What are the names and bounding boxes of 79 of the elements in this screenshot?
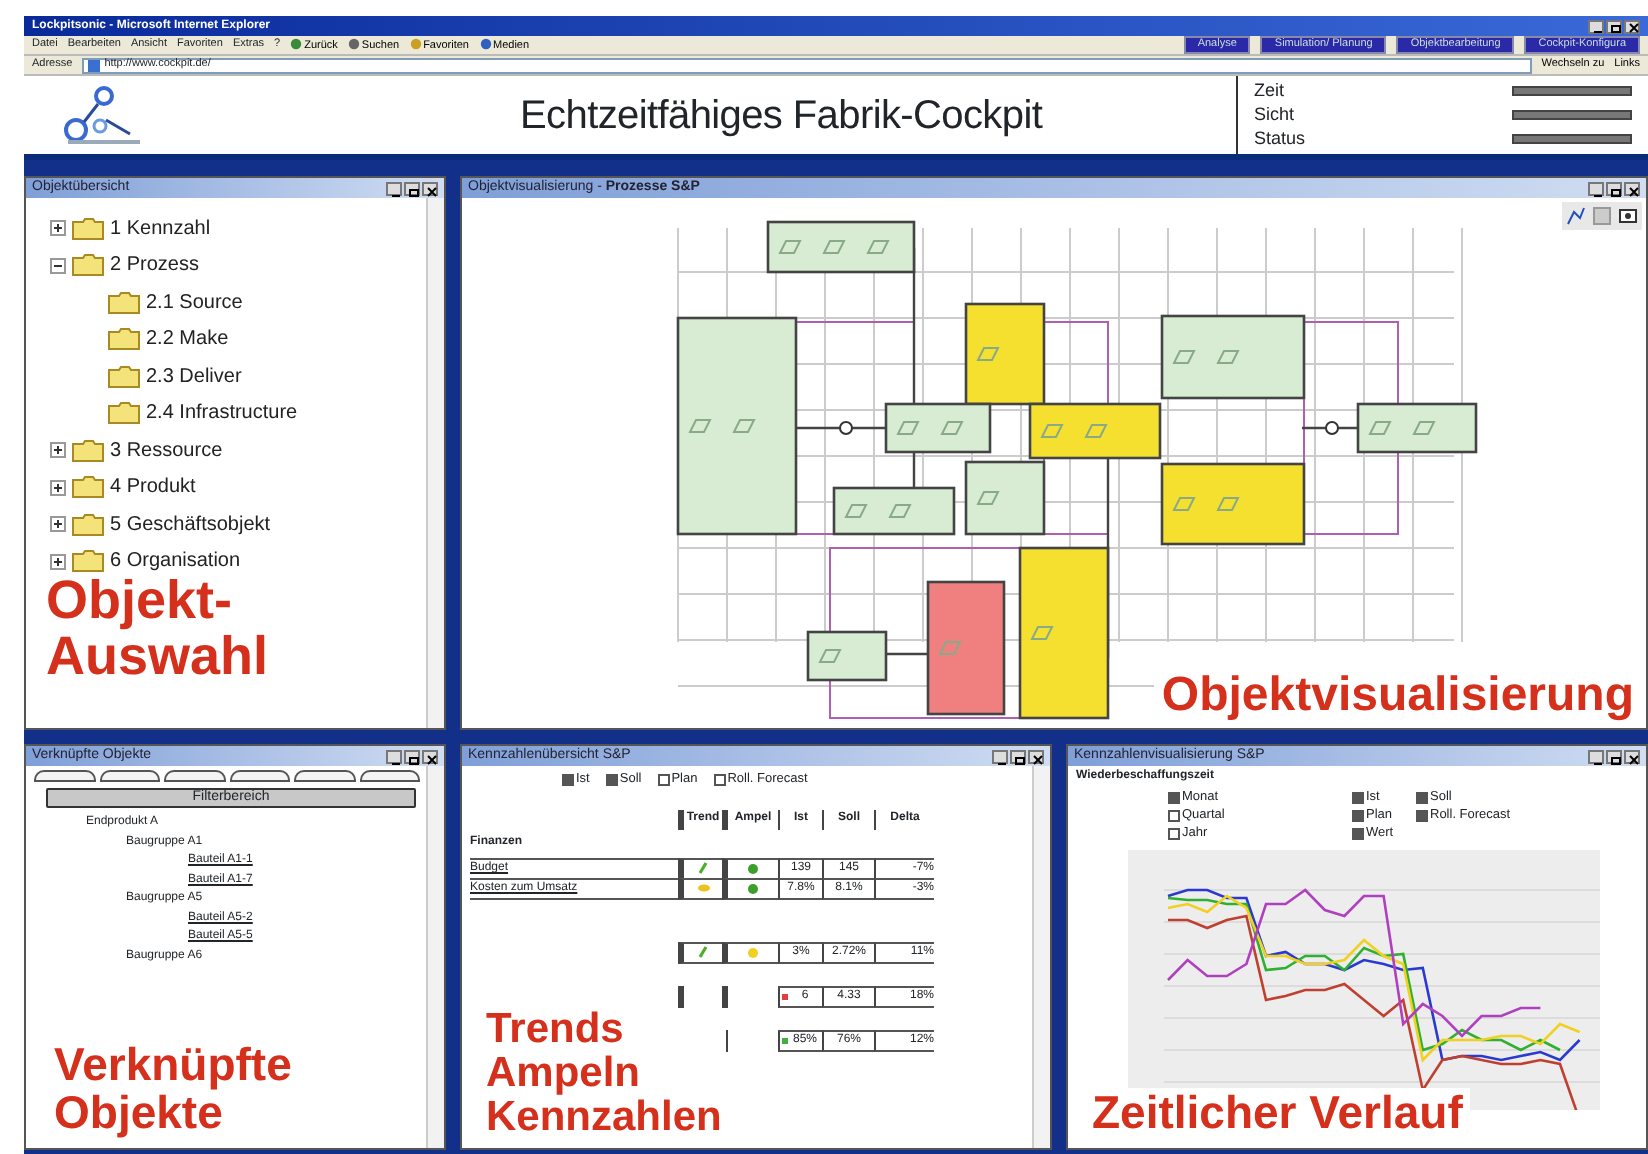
checkbox[interactable] bbox=[713, 773, 726, 786]
scrollbar[interactable] bbox=[1032, 766, 1050, 1148]
folder-icon bbox=[72, 476, 104, 499]
field-label: Sicht bbox=[1254, 105, 1295, 124]
checkbox[interactable] bbox=[1168, 809, 1180, 821]
value-field bbox=[1512, 86, 1632, 97]
checkbox[interactable] bbox=[1168, 827, 1180, 839]
close-icon[interactable] bbox=[1626, 185, 1642, 198]
close-button[interactable] bbox=[1028, 749, 1044, 763]
folder-icon bbox=[108, 291, 140, 314]
expand-icon[interactable] bbox=[50, 442, 66, 459]
checkbox[interactable] bbox=[1352, 809, 1364, 821]
folder-icon bbox=[72, 550, 104, 573]
close-button[interactable] bbox=[1624, 749, 1640, 763]
maximize-button[interactable] bbox=[1606, 181, 1622, 195]
tab[interactable] bbox=[99, 770, 160, 782]
tab[interactable] bbox=[294, 770, 355, 782]
page-icon bbox=[88, 59, 101, 71]
tree-item[interactable]: 3 Ressource bbox=[110, 435, 223, 466]
tree-item[interactable]: 4 Produkt bbox=[110, 472, 196, 503]
expand-icon[interactable] bbox=[50, 553, 66, 570]
checkbox[interactable] bbox=[1168, 791, 1180, 803]
folder-icon bbox=[108, 365, 140, 388]
maximize-button[interactable] bbox=[1010, 749, 1026, 763]
close-icon[interactable] bbox=[424, 185, 440, 198]
tab[interactable] bbox=[359, 770, 420, 782]
tree-item[interactable]: 2.2 Make bbox=[146, 324, 229, 355]
maximize-icon[interactable] bbox=[406, 753, 422, 766]
checkbox[interactable] bbox=[562, 773, 574, 786]
collapse-icon[interactable] bbox=[50, 257, 66, 274]
folder-icon bbox=[72, 513, 104, 536]
expand-icon[interactable] bbox=[50, 479, 66, 496]
maximize-button[interactable] bbox=[1606, 749, 1622, 763]
checkbox[interactable] bbox=[605, 773, 618, 786]
view-icon[interactable] bbox=[1618, 206, 1638, 226]
maximize-button[interactable] bbox=[404, 749, 420, 763]
folder-icon bbox=[108, 402, 140, 425]
close-icon[interactable] bbox=[424, 753, 440, 766]
close-button[interactable] bbox=[1624, 181, 1640, 195]
chart-icon[interactable] bbox=[1566, 206, 1586, 226]
tree-item[interactable]: 2.4 Infrastructure bbox=[146, 398, 298, 429]
maximize-icon[interactable] bbox=[406, 185, 422, 198]
tree-item[interactable]: 1 Kennzahl bbox=[110, 213, 211, 244]
tab[interactable] bbox=[164, 770, 225, 782]
close-button[interactable] bbox=[422, 181, 438, 195]
folder-icon bbox=[72, 439, 104, 462]
close-button[interactable] bbox=[422, 749, 438, 763]
tree-item[interactable]: 2.1 Source bbox=[146, 287, 243, 318]
caption: Verknüpfte Objekte bbox=[54, 1039, 294, 1136]
tab[interactable] bbox=[229, 770, 290, 782]
checkbox[interactable] bbox=[1416, 791, 1428, 803]
checkbox[interactable] bbox=[1352, 827, 1364, 839]
value-field bbox=[1512, 133, 1632, 144]
maximize-icon[interactable] bbox=[1608, 185, 1624, 198]
maximize-icon[interactable] bbox=[1608, 753, 1624, 766]
tree-item[interactable]: 2 Prozess bbox=[110, 250, 199, 281]
checkbox[interactable] bbox=[1416, 809, 1428, 821]
maximize-icon[interactable] bbox=[1012, 753, 1028, 766]
checkbox[interactable] bbox=[1352, 791, 1364, 803]
close-icon[interactable] bbox=[1030, 753, 1046, 766]
folder-icon bbox=[72, 254, 104, 277]
value-field bbox=[1512, 109, 1632, 120]
field-label: Status bbox=[1254, 129, 1306, 148]
scrollbar[interactable] bbox=[426, 198, 444, 728]
caption: Objekt-Auswahl bbox=[46, 572, 271, 686]
scrollbar[interactable] bbox=[426, 766, 444, 1148]
field-label: Zeit bbox=[1254, 82, 1285, 101]
tree-item[interactable]: 5 Geschäftsobjekt bbox=[110, 509, 271, 540]
close-icon[interactable] bbox=[1626, 753, 1642, 766]
expand-icon[interactable] bbox=[50, 220, 66, 237]
tree-item[interactable]: 6 Organisation bbox=[110, 546, 241, 577]
maximize-button[interactable] bbox=[404, 181, 420, 195]
tree-item[interactable]: 2.3 Deliver bbox=[146, 361, 242, 392]
expand-icon[interactable] bbox=[50, 516, 66, 533]
checkbox[interactable] bbox=[657, 773, 670, 786]
tab[interactable] bbox=[34, 770, 95, 782]
page-title: Echtzeitfähiges Fabrik-Cockpit bbox=[518, 91, 1045, 141]
folder-icon bbox=[108, 328, 140, 351]
folder-icon bbox=[72, 217, 104, 240]
